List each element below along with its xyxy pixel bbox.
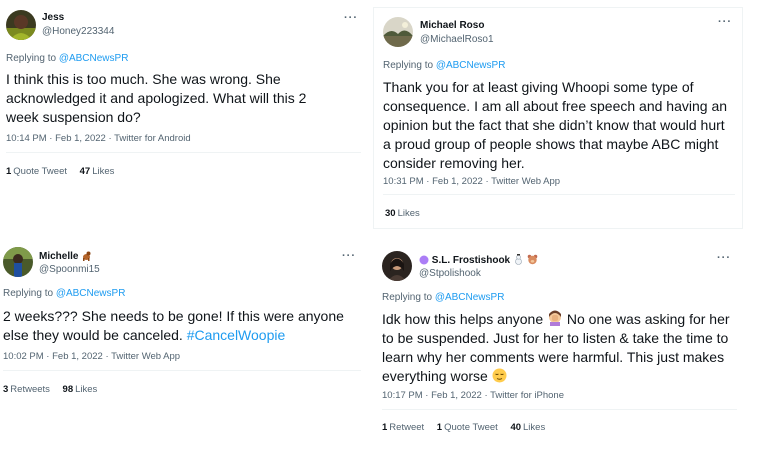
likes-label: Likes <box>75 384 98 395</box>
avatar[interactable] <box>383 17 413 47</box>
tweet-stats: 1 Retweet 1 Quote Tweet 40 Likes <box>382 422 555 433</box>
avatar[interactable] <box>382 251 412 281</box>
likes-label: Likes <box>92 166 115 177</box>
likes-count: 47 <box>79 166 91 177</box>
avatar-image-icon <box>383 17 413 47</box>
mention-link[interactable]: @ABCNewsPR <box>59 53 129 64</box>
user-handle[interactable]: @MichaelRoso1 <box>420 34 494 45</box>
tweet-card-sl-frostishook[interactable]: S.L. Frostishook @Stpolishook ··· Replyi… <box>373 240 743 454</box>
tweet-card-michael-roso[interactable]: Michael Roso @MichaelRoso1 ··· Replying … <box>373 7 743 229</box>
tweet-text: Idk how this helps anyone No one was ask… <box>382 310 740 386</box>
quote-tweets-label: Quote Tweet <box>444 422 498 433</box>
facepalm-emoji-icon <box>549 310 561 326</box>
more-dots-icon[interactable]: ··· <box>718 16 732 28</box>
user-handle[interactable]: @Stpolishook <box>419 268 481 279</box>
retweets-stat[interactable]: 1 Retweet <box>382 422 424 433</box>
retweets-label: Retweet <box>389 422 425 433</box>
tweet-card-jess[interactable]: Jess @Honey223344 ··· Replying to @ABCNe… <box>0 0 368 196</box>
likes-count: 30 <box>385 208 396 219</box>
replying-to: Replying to @ABCNewsPR <box>382 292 504 303</box>
retweets-count: 3 <box>3 384 9 395</box>
user-handle[interactable]: @Honey223344 <box>42 26 114 37</box>
replying-to: Replying to @ABCNewsPR <box>3 288 125 299</box>
more-dots-icon[interactable]: ··· <box>717 252 731 264</box>
quote-tweets-label: Quote Tweet <box>13 166 67 177</box>
relieved-emoji-icon <box>492 368 507 383</box>
display-name[interactable]: Michael Roso <box>420 20 484 31</box>
purple-circle-icon <box>419 255 429 265</box>
display-name-text: S.L. Frostishook <box>431 255 511 266</box>
tweet-text-content: 2 weeks??? She needs to be gone! If this… <box>3 308 344 343</box>
avatar[interactable] <box>3 247 33 277</box>
likes-count: 40 <box>510 422 522 433</box>
avatar-image-icon <box>382 251 412 281</box>
replying-to-label: Replying to <box>382 292 435 303</box>
retweets-stat[interactable]: 3 Retweets <box>3 384 50 395</box>
tweet-text: 2 weeks??? She needs to be gone! If this… <box>3 307 358 345</box>
tweet-timestamp[interactable]: 10:14 PM · Feb 1, 2022 · Twitter for And… <box>6 133 191 144</box>
likes-label: Likes <box>397 208 420 219</box>
divider <box>382 409 737 410</box>
tweet-text: I think this is too much. She was wrong.… <box>6 71 307 125</box>
quote-tweets-stat[interactable]: 1 Quote Tweet <box>437 422 498 433</box>
quote-tweets-count: 1 <box>436 422 443 433</box>
likes-stat[interactable]: 47 Likes <box>80 166 115 177</box>
avatar-image-icon <box>3 247 33 277</box>
avatar-image-icon <box>6 10 36 40</box>
quote-tweets-count: 1 <box>6 166 12 177</box>
mention-link[interactable]: @ABCNewsPR <box>435 292 505 303</box>
more-dots-icon[interactable]: ··· <box>342 250 356 262</box>
tweet-stats: 30 Likes <box>385 208 430 219</box>
divider <box>6 152 361 153</box>
tweet-timestamp[interactable]: 10:02 PM · Feb 1, 2022 · Twitter Web App <box>3 351 180 362</box>
retweets-label: Retweets <box>10 384 50 395</box>
display-name[interactable]: Jess <box>42 12 64 23</box>
quote-tweets-stat[interactable]: 1 Quote Tweet <box>6 166 67 177</box>
display-name-text: Michelle <box>39 251 79 262</box>
mention-link[interactable]: @ABCNewsPR <box>436 60 506 71</box>
divider <box>3 370 361 371</box>
replying-to-label: Replying to <box>6 53 59 64</box>
tweet-stats: 3 Retweets 98 Likes <box>3 384 107 395</box>
retweets-count: 1 <box>382 422 388 433</box>
more-dots-icon[interactable]: ··· <box>344 12 358 24</box>
tweet-text-part-1: Idk how this helps anyone <box>382 311 544 327</box>
user-handle[interactable]: @Spoonmi15 <box>39 264 100 275</box>
snowman-emoji-icon <box>515 254 522 265</box>
tweet-text: Thank you for at least giving Whoopi som… <box>383 79 728 171</box>
divider <box>383 194 735 195</box>
bear-emoji-icon <box>527 254 537 265</box>
likes-stat[interactable]: 30 Likes <box>385 208 420 219</box>
replying-to-label: Replying to <box>383 60 436 71</box>
tweet-stats: 1 Quote Tweet 47 Likes <box>6 166 124 177</box>
tweet-timestamp[interactable]: 10:31 PM · Feb 1, 2022 · Twitter Web App <box>383 176 560 187</box>
tweet-timestamp[interactable]: 10:17 PM · Feb 1, 2022 · Twitter for iPh… <box>382 390 564 401</box>
avatar[interactable] <box>6 10 36 40</box>
replying-to: Replying to @ABCNewsPR <box>6 53 128 64</box>
likes-count: 98 <box>62 384 74 395</box>
display-name[interactable]: Michelle <box>39 250 92 262</box>
tweet-card-michelle[interactable]: Michelle @Spoonmi15 ··· Replying to @ABC… <box>0 240 368 454</box>
dog-emoji-icon <box>83 251 91 261</box>
likes-stat[interactable]: 98 Likes <box>63 384 98 395</box>
likes-label: Likes <box>523 422 546 433</box>
likes-stat[interactable]: 40 Likes <box>510 422 545 433</box>
mention-link[interactable]: @ABCNewsPR <box>56 288 126 299</box>
replying-to-label: Replying to <box>3 288 56 299</box>
hashtag-link[interactable]: #CancelWoopie <box>187 327 286 343</box>
display-name[interactable]: S.L. Frostishook <box>419 254 538 266</box>
replying-to: Replying to @ABCNewsPR <box>383 60 505 71</box>
